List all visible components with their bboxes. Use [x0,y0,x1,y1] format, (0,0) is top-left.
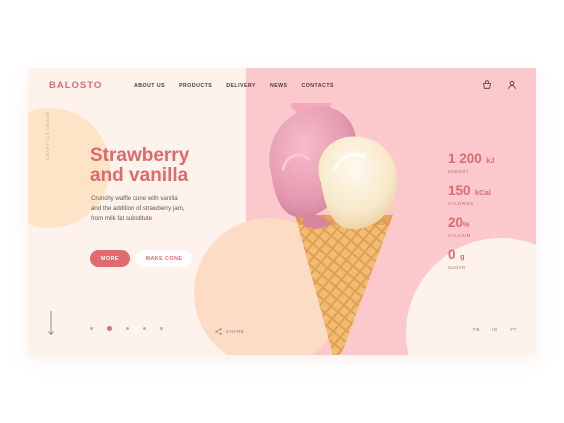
hero-title-line-2: and vanilla [90,165,189,186]
description-line: Crunchy waffle cone with vanilla [91,195,178,202]
stat-value: 150 [448,183,471,198]
share-icon [215,328,222,335]
stat-unit: kCal [474,188,491,197]
nav-item-delivery[interactable]: DELIVERY [226,83,256,89]
stat-calcium: 20% CALCIUM [448,214,495,246]
description-line: from milk fat substitute [91,215,152,222]
stat-unit: % [463,220,470,229]
ice-cream-cone-image [269,103,397,355]
main-nav: ABOUT US PRODUCTS DELIVERY NEWS CONTACTS [134,83,334,89]
hero-title: Strawberry and vanilla [90,146,230,186]
nav-item-about[interactable]: ABOUT US [134,83,165,89]
social-link-youtube[interactable]: YT [510,328,517,333]
social-link-facebook[interactable]: FB [473,328,480,333]
cart-icon[interactable] [482,80,492,90]
stat-label: CALORIES [448,201,474,206]
stat-value: 20 [448,215,464,230]
slider-dot-active[interactable] [107,326,112,331]
social-link-instagram[interactable]: IG [492,328,498,333]
stat-value: 1 200 [448,151,482,166]
nutrition-stats: 1 200 kJ ENERGY 150 kCal CALORIES 20% CA… [448,150,495,278]
hero-description: Crunchy waffle cone with vanilla and the… [91,194,231,224]
nav-item-news[interactable]: NEWS [270,83,288,89]
share-label: SHARE [226,329,245,334]
nav-item-products[interactable]: PRODUCTS [179,83,212,89]
nav-item-contacts[interactable]: CONTACTS [302,83,334,89]
slider-dots [90,326,163,331]
stat-label: SUGAR [448,265,466,270]
slider-dot[interactable] [90,327,93,330]
slider-dot[interactable] [126,327,129,330]
side-label: CRAFT ICE CREAM [45,111,50,160]
stat-energy: 1 200 kJ ENERGY [448,150,495,182]
scroll-down-arrow-icon[interactable] [47,310,55,336]
share-link[interactable]: SHARE [215,328,244,335]
slider-dot[interactable] [160,327,163,330]
stat-sugar: 0 g SUGAR [448,246,495,278]
stat-unit: kJ [486,156,495,165]
slider-dot[interactable] [143,327,146,330]
stat-label: CALCIUM [448,233,471,238]
make-cone-button[interactable]: MAKE CONE [136,250,192,267]
stat-calories: 150 kCal CALORIES [448,182,495,214]
more-button[interactable]: MORE [90,250,130,267]
brand-logo[interactable]: BALOSTO [49,80,102,91]
landing-card: BALOSTO ABOUT US PRODUCTS DELIVERY NEWS … [28,68,536,355]
stat-unit: g [459,252,465,261]
hero-title-line-1: Strawberry [90,145,190,166]
description-line: and the addition of strawberry jam, [91,205,185,212]
user-icon[interactable] [507,80,517,90]
social-links: FB IG YT [473,328,517,333]
stat-label: ENERGY [448,169,470,174]
stat-value: 0 [448,247,456,262]
